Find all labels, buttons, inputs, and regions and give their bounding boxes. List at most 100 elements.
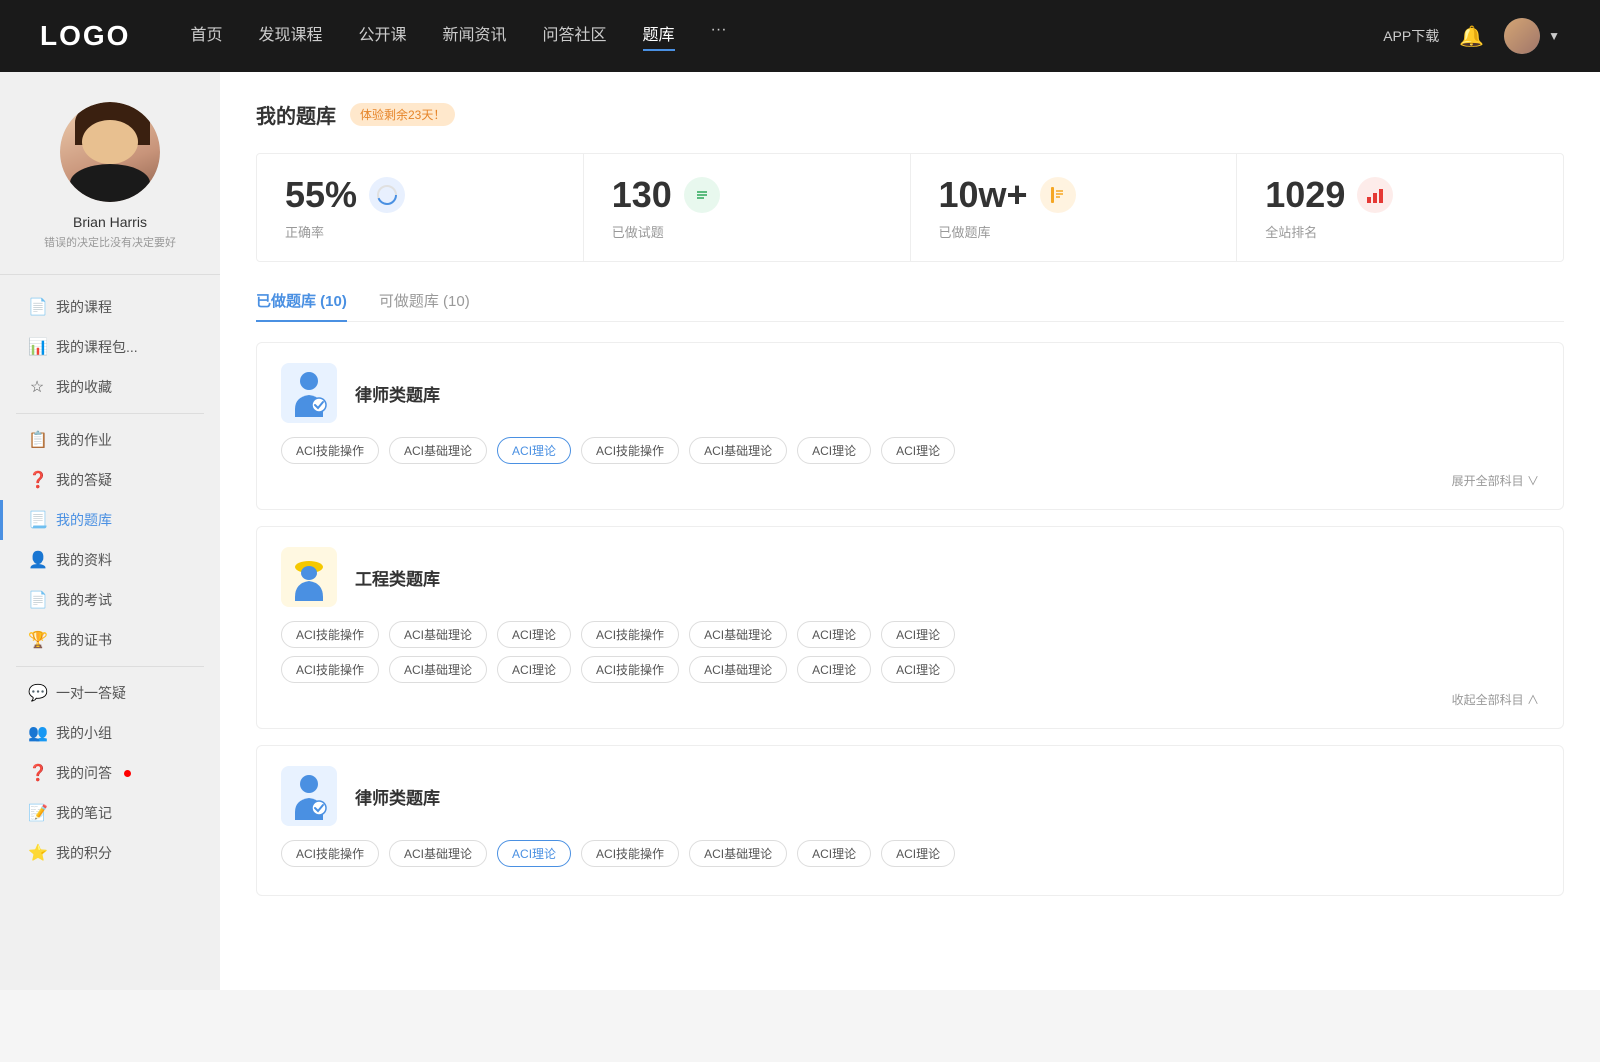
user-avatar-menu[interactable]: ▼ [1504,18,1560,54]
accuracy-chart-icon [369,177,405,213]
stat-done-banks-top: 10w+ [939,174,1209,216]
trial-badge: 体验剩余23天！ [350,103,455,126]
sidebar-label-certificate: 我的证书 [56,630,112,650]
nav-questionbank[interactable]: 题库 [643,21,675,51]
group-icon: 👥 [28,723,46,743]
stat-done-banks-value: 10w+ [939,174,1028,216]
sidebar-item-course[interactable]: 📄 我的课程 [0,287,220,327]
certificate-icon: 🏆 [28,630,46,650]
nav-opencourse[interactable]: 公开课 [358,21,406,51]
tag-item[interactable]: ACI理论 [881,656,955,683]
stat-accuracy: 55% 正确率 [257,154,584,261]
nav-news[interactable]: 新闻资讯 [443,21,507,51]
stat-done-questions-top: 130 [612,174,882,216]
stat-done-banks-label: 已做题库 [939,222,1209,241]
tag-item[interactable]: ACI理论 [797,621,871,648]
tab-done-banks[interactable]: 已做题库 (10) [256,290,347,321]
tag-item[interactable]: ACI基础理论 [689,840,787,867]
tag-item[interactable]: ACI理论 [881,621,955,648]
stat-accuracy-label: 正确率 [285,222,555,241]
tag-item[interactable]: ACI基础理论 [389,621,487,648]
tag-item[interactable]: ACI技能操作 [581,656,679,683]
exam-icon: 📄 [28,590,46,610]
points-icon: ⭐ [28,843,46,863]
bank-card-engineer-icon [281,547,337,607]
myqa-notification-dot [124,770,131,777]
sidebar-item-course-package[interactable]: 📊 我的课程包... [0,327,220,367]
page-title: 我的题库 [256,100,336,129]
tag-item[interactable]: ACI理论 [797,437,871,464]
sidebar-item-qa[interactable]: ❓ 我的答疑 [0,460,220,500]
logo: LOGO [40,20,130,52]
profile-icon: 👤 [28,550,46,570]
bank-card-engineer-name: 工程类题库 [355,565,440,590]
tag-item[interactable]: ACI基础理论 [389,437,487,464]
profile-name: Brian Harris [73,214,147,230]
sidebar-menu: 📄 我的课程 📊 我的课程包... ☆ 我的收藏 📋 我的作业 ❓ 我的答疑 � [0,275,220,885]
tag-item[interactable]: ACI技能操作 [581,840,679,867]
sidebar-item-points[interactable]: ⭐ 我的积分 [0,833,220,873]
sidebar-label-profile: 我的资料 [56,550,112,570]
nav-qa[interactable]: 问答社区 [543,21,607,51]
tag-item[interactable]: ACI技能操作 [281,437,379,464]
expand-all-subjects-link-1[interactable]: 展开全部科目 ∨ [281,472,1539,489]
navbar-menu: 首页 发现课程 公开课 新闻资讯 问答社区 题库 ··· [190,21,1383,51]
tag-item[interactable]: ACI理论 [881,437,955,464]
homework-icon: 📋 [28,430,46,450]
bank-card-lawyer-1-header: 律师类题库 [281,363,1539,423]
tag-item[interactable]: ACI基础理论 [389,656,487,683]
done-banks-book-icon [1040,177,1076,213]
tag-item[interactable]: ACI技能操作 [281,656,379,683]
tag-item[interactable]: ACI技能操作 [281,840,379,867]
sidebar-item-homework[interactable]: 📋 我的作业 [0,420,220,460]
tag-item[interactable]: ACI理论 [797,656,871,683]
collapse-all-subjects-link[interactable]: 收起全部科目 ∧ [281,691,1539,708]
nav-home[interactable]: 首页 [190,21,222,51]
tag-item[interactable]: ACI基础理论 [389,840,487,867]
sidebar-item-tutoring[interactable]: 💬 一对一答疑 [0,673,220,713]
sidebar-item-group[interactable]: 👥 我的小组 [0,713,220,753]
notification-bell-icon[interactable]: 🔔 [1459,24,1484,49]
tag-item[interactable]: ACI理论 [881,840,955,867]
sidebar-divider-1 [16,413,204,414]
sidebar-label-course: 我的课程 [56,297,112,317]
sidebar-item-favorites[interactable]: ☆ 我的收藏 [0,367,220,407]
sidebar-item-profile[interactable]: 👤 我的资料 [0,540,220,580]
tag-item-active[interactable]: ACI理论 [497,840,571,867]
stat-rank: 1029 全站排名 [1237,154,1563,261]
avatar [1504,18,1540,54]
sidebar-item-notes[interactable]: 📝 我的笔记 [0,793,220,833]
tag-item[interactable]: ACI技能操作 [581,437,679,464]
stat-done-questions-label: 已做试题 [612,222,882,241]
nav-more[interactable]: ··· [711,21,727,51]
sidebar-label-points: 我的积分 [56,843,112,863]
stat-accuracy-value: 55% [285,174,357,216]
tag-item[interactable]: ACI基础理论 [689,621,787,648]
sidebar-item-exam[interactable]: 📄 我的考试 [0,580,220,620]
tab-available-banks[interactable]: 可做题库 (10) [379,290,470,321]
bank-card-lawyer-3: 律师类题库 ACI技能操作 ACI基础理论 ACI理论 ACI技能操作 ACI基… [256,745,1564,896]
tag-item[interactable]: ACI理论 [497,621,571,648]
sidebar-item-myqa[interactable]: ❓ 我的问答 [0,753,220,793]
tag-item[interactable]: ACI理论 [797,840,871,867]
tag-item[interactable]: ACI理论 [497,656,571,683]
tag-item[interactable]: ACI技能操作 [581,621,679,648]
tag-item[interactable]: ACI技能操作 [281,621,379,648]
navbar-right: APP下载 🔔 ▼ [1383,18,1560,54]
profile-tagline: 错误的决定比没有决定要好 [44,234,176,250]
bank-card-engineer-header: 工程类题库 [281,547,1539,607]
tabs-row: 已做题库 (10) 可做题库 (10) [256,290,1564,322]
avatar [60,102,160,202]
tag-item-active[interactable]: ACI理论 [497,437,571,464]
stat-accuracy-top: 55% [285,174,555,216]
sidebar-item-questionbank[interactable]: 📃 我的题库 [0,500,220,540]
tutoring-icon: 💬 [28,683,46,703]
qa-icon: ❓ [28,470,46,490]
bank-card-lawyer-1-name: 律师类题库 [355,381,440,406]
nav-discover[interactable]: 发现课程 [258,21,322,51]
sidebar-item-certificate[interactable]: 🏆 我的证书 [0,620,220,660]
tag-item[interactable]: ACI基础理论 [689,656,787,683]
sidebar: Brian Harris 错误的决定比没有决定要好 📄 我的课程 📊 我的课程包… [0,72,220,990]
app-download-button[interactable]: APP下载 [1383,26,1439,46]
tag-item[interactable]: ACI基础理论 [689,437,787,464]
